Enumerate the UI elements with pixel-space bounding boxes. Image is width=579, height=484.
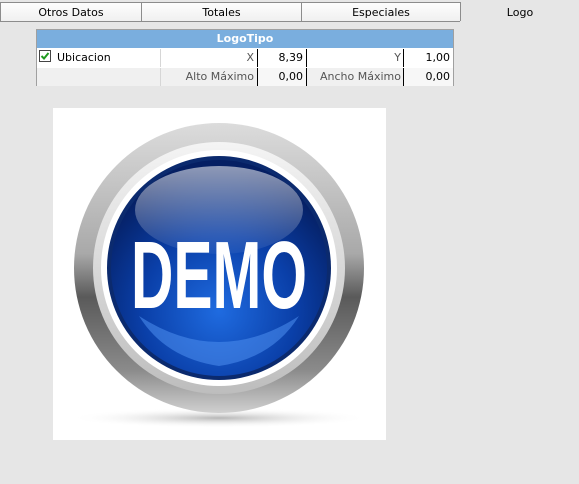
y-label: Y [394, 51, 401, 64]
check-icon [40, 52, 50, 60]
tab-totales[interactable]: Totales [141, 2, 301, 21]
x-value-field[interactable]: 8,39 [257, 49, 307, 67]
tab-label: Totales [202, 6, 241, 19]
ubicacion-checkbox[interactable] [39, 50, 51, 62]
logo-text: DEMO [131, 222, 307, 329]
tab-especiales[interactable]: Especiales [301, 2, 461, 21]
y-value-field[interactable]: 1,00 [403, 49, 453, 67]
tab-divider [0, 21, 460, 22]
alto-maximo-label: Alto Máximo [185, 70, 254, 83]
tab-bar: Otros Datos Totales Especiales Logo [0, 0, 579, 23]
ubicacion-label: Ubicacion [57, 51, 111, 64]
logotipo-grid: LogoTipo Ubicacion X 8,39 Y 1,00 Alto Má… [36, 29, 454, 86]
tab-logo[interactable]: Logo [461, 3, 579, 22]
alto-maximo-field[interactable]: 0,00 [257, 68, 307, 86]
grid-row-dimensions: Alto Máximo 0,00 Ancho Máximo 0,00 [37, 68, 453, 86]
logo-preview: DEMO [53, 108, 386, 440]
grid-title: LogoTipo [37, 30, 453, 49]
demo-logo-image: DEMO [69, 123, 369, 428]
ancho-maximo-field[interactable]: 0,00 [403, 68, 453, 86]
x-label: X [246, 51, 254, 64]
tab-otros-datos[interactable]: Otros Datos [0, 2, 141, 21]
tab-label: Especiales [352, 6, 410, 19]
grid-row-ubicacion: Ubicacion X 8,39 Y 1,00 [37, 49, 453, 67]
ancho-maximo-label: Ancho Máximo [320, 70, 401, 83]
tab-label: Otros Datos [38, 6, 104, 19]
tab-label: Logo [506, 6, 534, 19]
